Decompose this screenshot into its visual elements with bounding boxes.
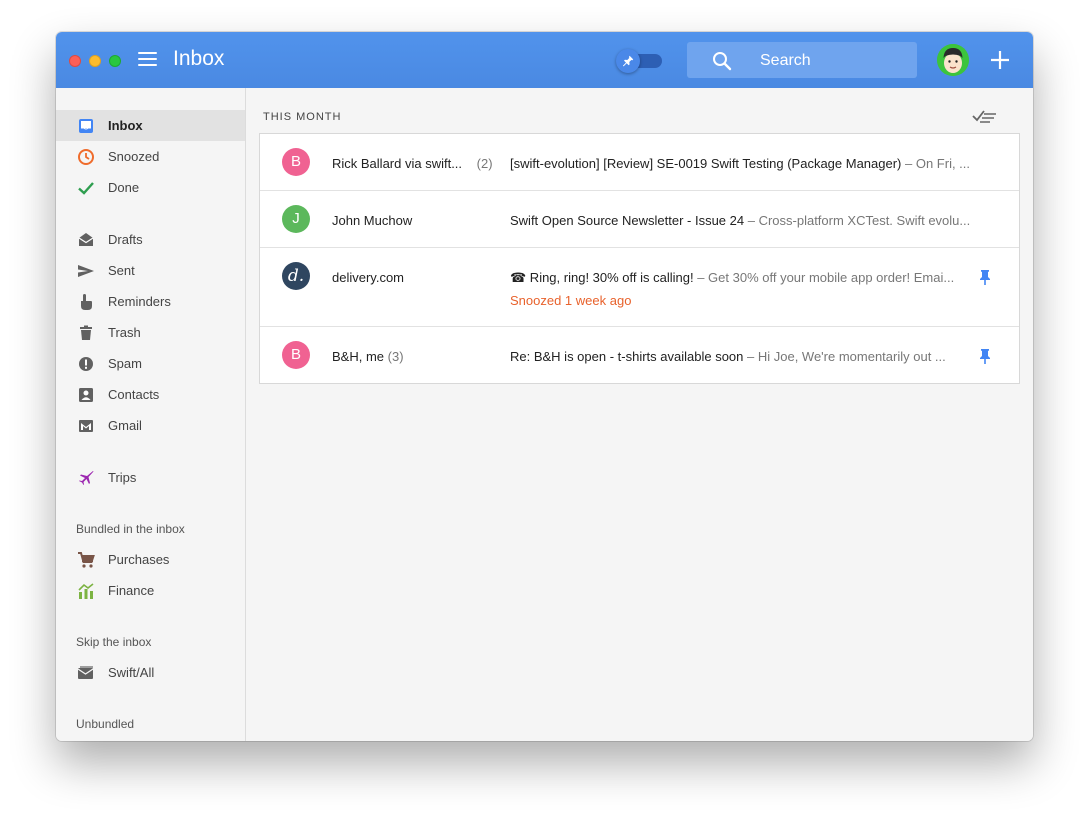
email-subject: ☎ Ring, ring! 30% off is calling!: [510, 270, 694, 285]
email-subject: Swift Open Source Newsletter - Issue 24: [510, 213, 745, 228]
pin-button[interactable]: [979, 269, 991, 290]
email-list: B Rick Ballard via swift... (2) [swift-e…: [259, 133, 1020, 384]
label-mail-icon: [77, 666, 94, 679]
sidebar-item-label: Swift/All: [108, 665, 155, 680]
sweep-done-button[interactable]: [972, 108, 998, 129]
sidebar-item-spam[interactable]: Spam: [56, 348, 245, 379]
sidebar-item-done[interactable]: Done: [56, 172, 245, 203]
sidebar-item-drafts[interactable]: Drafts: [56, 224, 245, 255]
sender-avatar: J: [282, 205, 310, 233]
sender-name: B&H, me (3): [332, 349, 404, 364]
thread-count: (2): [476, 156, 493, 171]
sidebar-item-gmail[interactable]: Gmail: [56, 410, 245, 441]
sidebar-item-reminders[interactable]: Reminders: [56, 286, 245, 317]
airplane-icon: [79, 471, 94, 485]
inbox-icon: [79, 119, 93, 133]
sidebar-item-contacts[interactable]: Contacts: [56, 379, 245, 410]
sidebar-item-label: Done: [108, 180, 140, 195]
email-subject: [swift-evolution] [Review] SE-0019 Swift…: [510, 156, 902, 171]
email-row[interactable]: B B&H, me (3) Re: B&H is open - t-shirts…: [260, 327, 1019, 383]
sidebar-item-label: Sent: [108, 263, 135, 278]
gmail-icon: [79, 420, 93, 432]
sidebar-item-label: Inbox: [108, 118, 143, 133]
send-icon: [78, 265, 94, 277]
sidebar-item-label: Spam: [108, 356, 142, 371]
email-snippet: – Hi Joe, We're momentarily out ...: [743, 349, 946, 364]
email-row[interactable]: B Rick Ballard via swift... (2) [swift-e…: [260, 134, 1019, 191]
sidebar-item-snoozed[interactable]: Snoozed: [56, 141, 245, 172]
clock-icon: [78, 149, 94, 165]
sender-avatar: B: [282, 148, 310, 176]
sidebar-item-trash[interactable]: Trash: [56, 317, 245, 348]
sidebar: Inbox Snoozed Done Drafts Sent Reminders…: [56, 88, 246, 741]
pin-icon: [622, 55, 634, 67]
email-snippet: – Cross-platform XCTest. Swift evolu...: [744, 213, 971, 228]
sidebar-item-inbox[interactable]: Inbox: [56, 110, 245, 141]
sender-name: John Muchow: [332, 213, 413, 228]
sidebar-item-sent[interactable]: Sent: [56, 255, 245, 286]
sidebar-item-label: Drafts: [108, 232, 143, 247]
title-bar: Inbox Search: [56, 32, 1033, 88]
main-content: THIS MONTH B Rick Ballard via swift... (…: [246, 88, 1033, 741]
check-icon: [78, 182, 94, 195]
snoozed-status: Snoozed 1 week ago: [510, 293, 632, 308]
email-preview: Swift Open Source Newsletter - Issue 24 …: [510, 213, 996, 228]
section-header: THIS MONTH: [263, 111, 342, 123]
compose-button[interactable]: [988, 48, 1012, 72]
sender-name: delivery.com: [332, 270, 405, 285]
sender-avatar: B: [282, 341, 310, 369]
sidebar-item-label: Trips: [108, 470, 137, 485]
unbundled-section-heading: Unbundled: [76, 717, 135, 731]
email-snippet: – On Fri, ...: [901, 156, 971, 171]
email-snippet: – Get 30% off your mobile app order! Ema…: [693, 270, 955, 285]
finance-chart-icon: [78, 583, 94, 599]
sidebar-item-label: Trash: [108, 325, 141, 340]
app-window: Inbox Search Inbox Snoozed Done Drafts S…: [56, 32, 1033, 741]
skip-section-heading: Skip the inbox: [76, 635, 152, 649]
sidebar-item-label: Purchases: [108, 552, 170, 567]
pin-icon: [980, 270, 990, 285]
sidebar-item-swift-all[interactable]: Swift/All: [56, 657, 245, 688]
plus-icon: [991, 51, 1009, 69]
email-row[interactable]: J John Muchow Swift Open Source Newslett…: [260, 191, 1019, 248]
zoom-window-button[interactable]: [109, 55, 121, 67]
drafts-icon: [78, 233, 94, 246]
sender-name: Rick Ballard via swift... (2): [332, 156, 493, 171]
thread-count: (3): [387, 349, 404, 364]
sidebar-item-label: Reminders: [108, 294, 171, 309]
email-row[interactable]: d. delivery.com ☎ Ring, ring! 30% off is…: [260, 248, 1019, 327]
bundled-section-heading: Bundled in the inbox: [76, 522, 185, 536]
pin-icon: [980, 349, 990, 364]
sweep-check-icon: [972, 110, 996, 123]
email-preview: [swift-evolution] [Review] SE-0019 Swift…: [510, 156, 996, 171]
sender-avatar: d.: [282, 262, 310, 290]
sidebar-item-label: Contacts: [108, 387, 160, 402]
page-title: Inbox: [173, 47, 225, 70]
cart-icon: [78, 552, 95, 568]
sidebar-item-finance[interactable]: Finance: [56, 575, 245, 606]
sidebar-item-label: Finance: [108, 583, 155, 598]
pinned-filter-toggle[interactable]: [616, 49, 662, 73]
reminder-hand-icon: [81, 294, 92, 310]
hamburger-menu-icon[interactable]: [138, 52, 157, 68]
email-subject: Re: B&H is open - t-shirts available soo…: [510, 349, 744, 364]
user-avatar-icon: [937, 44, 969, 76]
sidebar-item-label: Gmail: [108, 418, 142, 433]
account-avatar[interactable]: [937, 44, 969, 76]
sidebar-item-trips[interactable]: Trips: [56, 462, 245, 493]
sidebar-item-purchases[interactable]: Purchases: [56, 544, 245, 575]
email-preview: Re: B&H is open - t-shirts available soo…: [510, 349, 970, 364]
sidebar-item-label: Snoozed: [108, 149, 160, 164]
close-window-button[interactable]: [69, 55, 81, 67]
search-box[interactable]: Search: [687, 42, 917, 78]
search-placeholder: Search: [760, 52, 811, 69]
spam-icon: [79, 357, 93, 371]
email-preview: ☎ Ring, ring! 30% off is calling! – Get …: [510, 270, 970, 286]
pin-button[interactable]: [979, 348, 991, 369]
minimize-window-button[interactable]: [89, 55, 101, 67]
trash-icon: [80, 325, 92, 340]
contacts-icon: [79, 388, 93, 402]
search-icon: [713, 52, 732, 71]
